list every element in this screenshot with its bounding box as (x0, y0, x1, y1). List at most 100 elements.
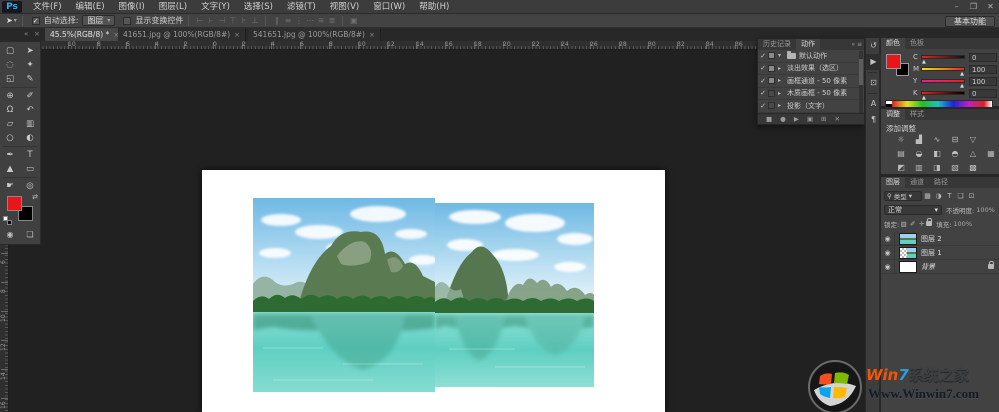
scrollbar[interactable] (859, 51, 863, 114)
landscape-photo-layer-1[interactable] (253, 198, 435, 392)
panel-collapse-icon[interactable]: » (851, 41, 855, 48)
gradient-map-icon[interactable]: ▩ (967, 163, 979, 172)
hue-saturation-icon[interactable]: ▤ (895, 149, 907, 158)
menu-type[interactable]: 文字(Y) (194, 0, 237, 14)
threshold-icon[interactable]: ◨ (931, 163, 943, 172)
menu-layer[interactable]: 图层(L) (152, 0, 194, 14)
menu-image[interactable]: 图像(I) (112, 0, 152, 14)
toggle-item-check[interactable]: ✓ (758, 89, 768, 97)
brush-tool[interactable]: ✐ (20, 89, 40, 103)
minimize-button[interactable]: – (948, 0, 965, 13)
auto-select-checkbox[interactable]: ✓ (32, 17, 40, 25)
dialog-toggle-icon[interactable] (768, 52, 775, 59)
clone-stamp-tool[interactable]: Ω (0, 103, 20, 117)
action-row[interactable]: ✓ ▸ 淡出效果（选区） (758, 63, 864, 76)
menu-edit[interactable]: 编辑(E) (69, 0, 112, 14)
align-right-icon[interactable]: ⊣ (216, 16, 227, 25)
layer-thumbnail[interactable] (899, 261, 917, 273)
distribute-vcenter-icon[interactable]: ≡ (282, 16, 293, 25)
dialog-toggle-icon[interactable] (768, 102, 775, 109)
posterize-icon[interactable]: ▥ (913, 163, 925, 172)
align-left-icon[interactable]: ⊢ (194, 16, 205, 25)
tab-paths[interactable]: 路径 (929, 177, 953, 188)
vibrance-icon[interactable]: ▽ (967, 135, 979, 144)
filter-type-layers-icon[interactable]: T (944, 192, 955, 200)
close-button[interactable]: ✕ (982, 0, 999, 13)
play-icon[interactable]: ▶ (794, 115, 799, 123)
menu-view[interactable]: 视图(V) (323, 0, 366, 14)
layer-name[interactable]: 图层 1 (921, 248, 942, 258)
landscape-photo-layer-2[interactable] (435, 203, 594, 387)
tab-layers[interactable]: 图层 (881, 177, 905, 188)
action-set-row[interactable]: ✓ ▾ 默认动作 (758, 50, 864, 63)
document-tab-1[interactable]: 45.5%(RGB/8) *× (45, 28, 125, 41)
shape-tool[interactable]: ▭ (20, 162, 40, 176)
panel-close-icon[interactable]: × (34, 28, 40, 41)
blend-mode-dropdown[interactable]: 正常 ▾ (884, 205, 942, 215)
actions-panel-icon[interactable]: ▶ (866, 54, 881, 70)
layer-row-2[interactable]: ◉ 图层 2 (881, 232, 999, 246)
action-row[interactable]: ✓ ▸ 画框通道 - 50 像素 (758, 75, 864, 88)
type-tool[interactable]: T (20, 148, 40, 162)
align-top-icon[interactable]: ⊤ (227, 16, 238, 25)
blur-tool[interactable]: ○ (0, 131, 20, 145)
toggle-item-check[interactable]: ✓ (758, 64, 768, 72)
foreground-color-swatch[interactable] (886, 54, 901, 69)
expand-triangle-icon[interactable]: ▸ (778, 77, 787, 84)
black-value-field[interactable]: 0 (969, 89, 997, 98)
selective-color-icon[interactable]: ▧ (949, 163, 961, 172)
expand-triangle-icon[interactable]: ▸ (778, 102, 787, 109)
layer-name[interactable]: 背景 (921, 262, 935, 272)
delete-icon[interactable]: ✕ (834, 115, 839, 123)
color-spectrum-ramp[interactable] (885, 100, 993, 108)
tool-preset-caret-icon[interactable]: ▾ (14, 17, 17, 24)
tab-adjustments[interactable]: 调整 (881, 109, 905, 120)
workspace-switcher-button[interactable]: 基本功能 (945, 16, 995, 27)
magic-wand-tool[interactable]: ✦ (20, 58, 40, 72)
move-tool[interactable]: ➤ (20, 44, 40, 58)
tab-color[interactable]: 颜色 (881, 38, 905, 49)
action-row[interactable]: ✓ ▸ 投影（文字） (758, 100, 864, 113)
restore-button[interactable]: ❐ (965, 0, 982, 13)
visibility-eye-icon[interactable]: ◉ (881, 246, 895, 260)
lock-all-icon[interactable] (926, 221, 932, 226)
channel-mixer-icon[interactable]: △ (967, 149, 979, 158)
distribute-bottom-icon[interactable]: ⋮ (293, 16, 304, 25)
tab-close-icon[interactable]: × (234, 31, 240, 39)
eraser-tool[interactable]: ▱ (0, 117, 20, 131)
color-lookup-icon[interactable]: ▦ (985, 149, 997, 158)
expand-triangle-icon[interactable]: ▸ (778, 65, 787, 72)
tab-swatches[interactable]: 色板 (905, 38, 929, 49)
distribute-top-icon[interactable]: ∥ (271, 16, 282, 25)
menu-window[interactable]: 窗口(W) (366, 0, 412, 14)
align-hcenter-icon[interactable]: ⊦ (205, 16, 216, 25)
layer-filter-dropdown[interactable]: ⚲ 类型 ▾ (884, 191, 922, 201)
yellow-slider[interactable]: ▲ (921, 79, 965, 83)
pen-tool[interactable]: ✒ (0, 148, 20, 162)
menu-file[interactable]: 文件(F) (26, 0, 69, 14)
exposure-icon[interactable]: ⊟ (949, 135, 961, 144)
lasso-tool[interactable]: ◌ (0, 58, 20, 72)
character-panel-icon[interactable]: A (866, 96, 881, 112)
healing-brush-tool[interactable]: ⊕ (0, 89, 20, 103)
filter-adjustment-layers-icon[interactable]: ◑ (933, 192, 944, 200)
history-panel-icon[interactable]: ↺ (866, 38, 881, 54)
align-bottom-icon[interactable]: ⊥ (249, 16, 260, 25)
panel-menu-icon[interactable]: ≡ (857, 41, 862, 48)
filter-smart-objects-icon[interactable]: ⊡ (966, 192, 977, 200)
layer-thumbnail[interactable] (899, 233, 917, 245)
action-row[interactable]: ✓ ▸ 木质画框 - 50 像素 (758, 88, 864, 101)
tab-history[interactable]: 历史记录 (758, 39, 796, 50)
swap-colors-icon[interactable]: ⇄ (32, 193, 38, 201)
expand-triangle-icon[interactable]: ▸ (778, 90, 787, 97)
new-action-icon[interactable]: ⊞ (821, 115, 826, 123)
menu-filter[interactable]: 滤镜(T) (280, 0, 323, 14)
stop-icon[interactable]: ■ (766, 115, 772, 123)
path-selection-tool[interactable]: ▲ (0, 162, 20, 176)
dodge-tool[interactable]: ◐ (20, 131, 40, 145)
fill-value[interactable]: 100% (953, 220, 972, 228)
align-vcenter-icon[interactable]: ⊧ (238, 16, 249, 25)
document-tab-3[interactable]: 541651.jpg @ 100%(RGB/8#)× (248, 28, 381, 41)
gradient-tool[interactable]: ▥ (20, 117, 40, 131)
menu-select[interactable]: 选择(S) (237, 0, 280, 14)
